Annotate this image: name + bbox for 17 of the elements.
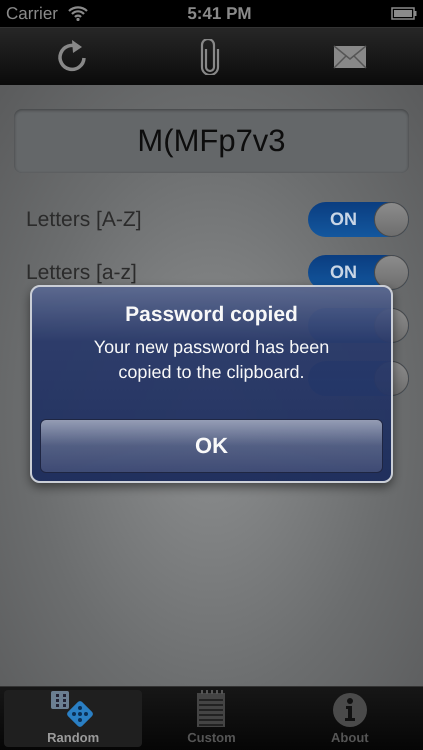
notepad-icon [196,690,226,728]
battery-icon [391,7,417,20]
option-label: Letters [a-z] [26,260,137,284]
refresh-icon [56,40,88,74]
toggle-switch[interactable]: ON [308,202,409,237]
ok-button[interactable]: OK [40,419,383,473]
clock-time: 5:41 PM [186,4,253,24]
option-label: Letters [A-Z] [26,208,142,232]
tab[interactable]: Random [4,690,142,747]
envelope-icon [332,44,367,68]
wifi-icon [68,6,88,21]
paperclip-icon [200,38,220,74]
alert-message: Your new password has been copied to the clipboard. [92,336,330,384]
carrier-label: Carrier [6,4,58,24]
password-display: M(MFp7v3 [14,109,409,173]
info-icon [332,692,368,728]
alert-title: Password copied [125,303,298,327]
